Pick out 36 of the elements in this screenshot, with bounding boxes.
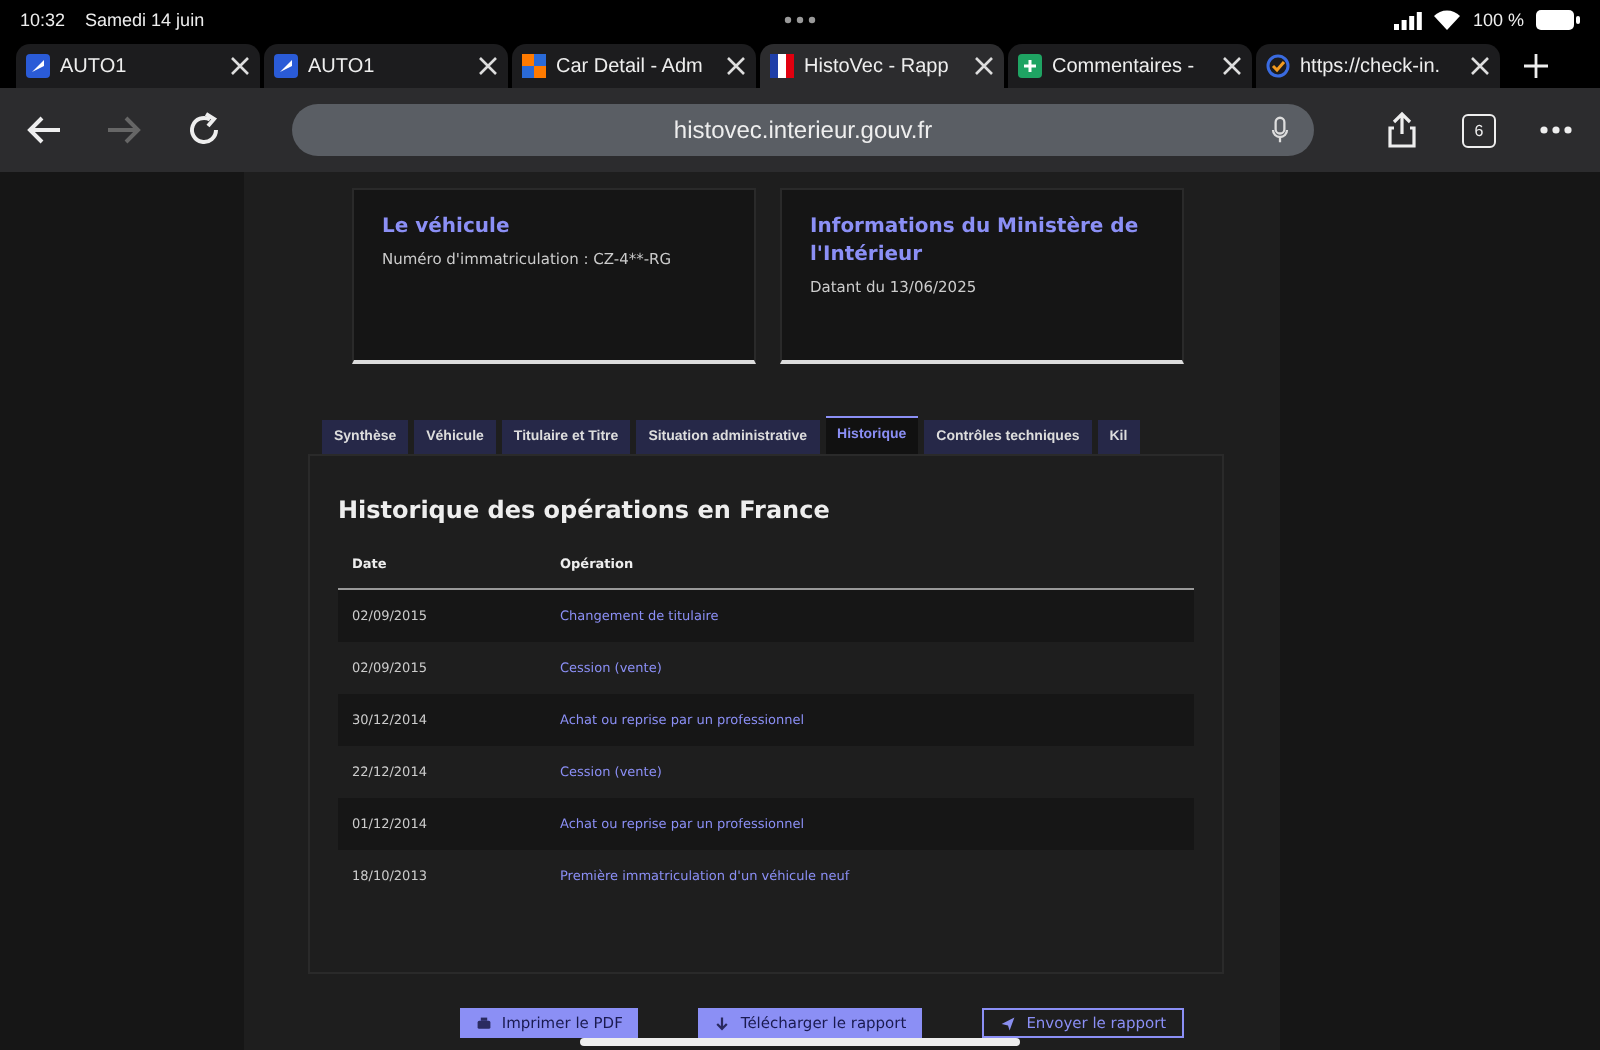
send-icon bbox=[1000, 1015, 1017, 1031]
browser-tab[interactable]: AUTO1 bbox=[264, 44, 508, 88]
address-bar[interactable]: histovec.interieur.gouv.fr bbox=[292, 104, 1314, 156]
browser-tab[interactable]: Car Detail - Adm bbox=[512, 44, 756, 88]
share-icon[interactable] bbox=[1382, 110, 1422, 150]
wifi-icon bbox=[1434, 10, 1461, 30]
status-time: 10:32 bbox=[20, 10, 66, 30]
battery-icon bbox=[1535, 10, 1580, 30]
close-icon[interactable] bbox=[478, 56, 498, 76]
card-title: Le véhicule bbox=[382, 214, 512, 242]
spreadsheet-icon bbox=[1018, 54, 1042, 78]
close-icon[interactable] bbox=[1470, 56, 1490, 76]
more-icon bbox=[783, 16, 816, 24]
status-date: Samedi 14 juin bbox=[85, 10, 205, 30]
download-icon bbox=[714, 1015, 731, 1031]
signal-icon bbox=[1394, 11, 1423, 29]
browser-tab[interactable]: https://check-in. bbox=[1256, 44, 1500, 88]
app-icon bbox=[274, 54, 298, 78]
battery-level: 100 % bbox=[1472, 10, 1524, 30]
browser-tab[interactable]: AUTO1 bbox=[16, 44, 260, 88]
browser-tab[interactable]: Commentaires - bbox=[1008, 44, 1252, 88]
tab-count-button[interactable]: 6 bbox=[1462, 113, 1496, 147]
browser-tab[interactable]: HistoVec - Rapp bbox=[760, 44, 1004, 88]
close-icon[interactable] bbox=[1222, 56, 1242, 76]
app-icon bbox=[26, 54, 50, 78]
check-icon bbox=[1266, 54, 1290, 78]
close-icon[interactable] bbox=[726, 56, 746, 76]
close-icon[interactable] bbox=[974, 56, 994, 76]
close-icon[interactable] bbox=[230, 56, 250, 76]
card-title: Informations du Ministère de l'Intérieur bbox=[810, 214, 1141, 270]
panel-title: Historique des opérations en France bbox=[338, 496, 832, 524]
microphone-icon[interactable] bbox=[1270, 116, 1290, 144]
reload-icon[interactable] bbox=[184, 110, 224, 150]
new-tab-icon[interactable] bbox=[1524, 54, 1548, 78]
flag-icon bbox=[770, 54, 794, 78]
squares-icon bbox=[522, 54, 546, 78]
